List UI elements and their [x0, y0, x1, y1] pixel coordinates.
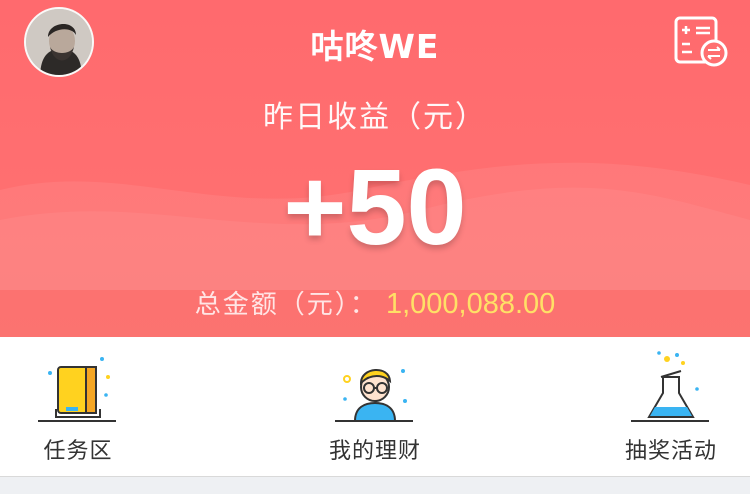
menu-item-tasks[interactable]: 任务区 [0, 337, 158, 477]
feature-menu: 任务区 我的理财 抽奖活动 [0, 337, 750, 477]
person-glasses-icon [335, 369, 413, 422]
ledger-exchange-icon[interactable] [672, 16, 728, 68]
menu-label-my-finance: 我的理财 [328, 439, 421, 464]
total-amount-label: 总金额（元）： [194, 290, 378, 320]
app-title: 咕咚WE [310, 27, 440, 66]
menu-item-my-finance[interactable]: 我的理财 [295, 337, 455, 477]
flask-lottery-icon [631, 351, 709, 422]
total-amount-row: 总金额（元）： 1,000,088.00 [0, 284, 750, 321]
menu-label-lottery: 抽奖活动 [624, 439, 717, 464]
menu-label-tasks: 任务区 [43, 439, 113, 464]
total-amount-value: 1,000,088.00 [385, 288, 556, 320]
yesterday-earnings-value: +50 [283, 146, 467, 267]
yesterday-earnings-label: 昨日收益（元） [263, 100, 487, 135]
menu-item-lottery[interactable]: 抽奖活动 [591, 337, 750, 477]
book-task-icon [38, 357, 116, 422]
earnings-banner: 咕咚WE 昨日收益（元） +50 总金额（元）： 1,000,088.00 [0, 0, 750, 337]
